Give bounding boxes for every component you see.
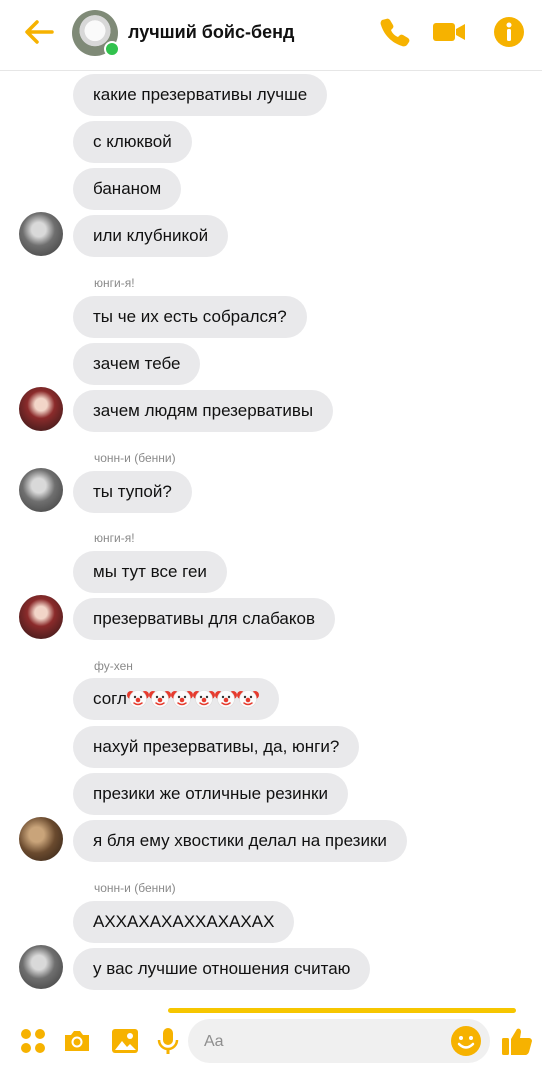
sender-name: фу-хен	[94, 659, 133, 673]
group-avatar[interactable]	[72, 10, 120, 57]
message-bubble[interactable]: зачем тебе	[73, 343, 201, 385]
message-bubble[interactable]: у вас лучшие отношения считаю	[73, 948, 371, 990]
microphone-icon[interactable]	[153, 1026, 183, 1056]
chat-header: лучший бойс-бенд	[0, 0, 542, 71]
apps-grid-icon[interactable]	[18, 1026, 48, 1056]
message-bubble[interactable]: нахуй презервативы, да, юнги?	[73, 726, 360, 768]
message-bubble[interactable]: зачем людям презервативы	[73, 390, 334, 432]
message-bubble[interactable]: ты че их есть собрался?	[73, 296, 307, 338]
sender-avatar[interactable]	[19, 468, 63, 512]
message-text: согл	[93, 689, 127, 708]
smiley-icon[interactable]	[450, 1025, 482, 1057]
sender-avatar[interactable]	[19, 945, 63, 989]
message-list[interactable]: какие презервативы лучше с клюквой банан…	[0, 72, 542, 1002]
sender-name: чонн-и (бенни)	[94, 881, 176, 895]
message-bubble[interactable]: я бля ему хвостики делал на презики	[73, 820, 407, 862]
message-bubble[interactable]: бананом	[73, 168, 182, 210]
clown-face-icon	[192, 689, 215, 708]
info-icon[interactable]	[492, 15, 526, 49]
message-bubble[interactable]: АХХАХАХАХХАХАХАХ	[73, 901, 295, 943]
message-bubble[interactable]: какие презервативы лучше	[73, 74, 328, 116]
message-bubble[interactable]: презики же отличные резинки	[73, 773, 348, 815]
message-bubble[interactable]: ты тупой?	[73, 471, 192, 513]
back-arrow-icon[interactable]	[22, 15, 56, 49]
message-bubble[interactable]: или клубникой	[73, 215, 229, 257]
gallery-icon[interactable]	[110, 1026, 140, 1056]
sent-message-preview	[168, 1008, 516, 1013]
clown-face-icon	[126, 689, 149, 708]
thumbs-up-icon[interactable]	[500, 1024, 534, 1058]
phone-icon[interactable]	[378, 15, 412, 49]
clown-emoji-row	[126, 689, 259, 708]
camera-icon[interactable]	[62, 1026, 92, 1056]
clown-face-icon	[214, 689, 237, 708]
clown-face-icon	[170, 689, 193, 708]
sender-avatar[interactable]	[19, 387, 63, 431]
sender-avatar[interactable]	[19, 817, 63, 861]
message-bubble[interactable]: мы тут все геи	[73, 551, 227, 593]
message-input[interactable]	[202, 1019, 446, 1065]
clown-face-icon	[148, 689, 171, 708]
chat-title[interactable]: лучший бойс-бенд	[128, 22, 294, 43]
sender-avatar[interactable]	[19, 212, 63, 256]
message-bubble[interactable]: с клюквой	[73, 121, 192, 163]
sender-name: юнги-я!	[94, 276, 135, 290]
video-camera-icon[interactable]	[432, 15, 466, 49]
message-input-box[interactable]	[188, 1019, 490, 1065]
sender-name: чонн-и (бенни)	[94, 451, 176, 465]
clown-face-icon	[236, 689, 259, 708]
sender-name: юнги-я!	[94, 531, 135, 545]
message-composer	[0, 1002, 542, 1080]
sender-avatar[interactable]	[19, 595, 63, 639]
message-bubble[interactable]: презервативы для слабаков	[73, 598, 335, 640]
message-bubble-clowns[interactable]: согл	[73, 678, 279, 720]
online-indicator	[104, 41, 120, 57]
